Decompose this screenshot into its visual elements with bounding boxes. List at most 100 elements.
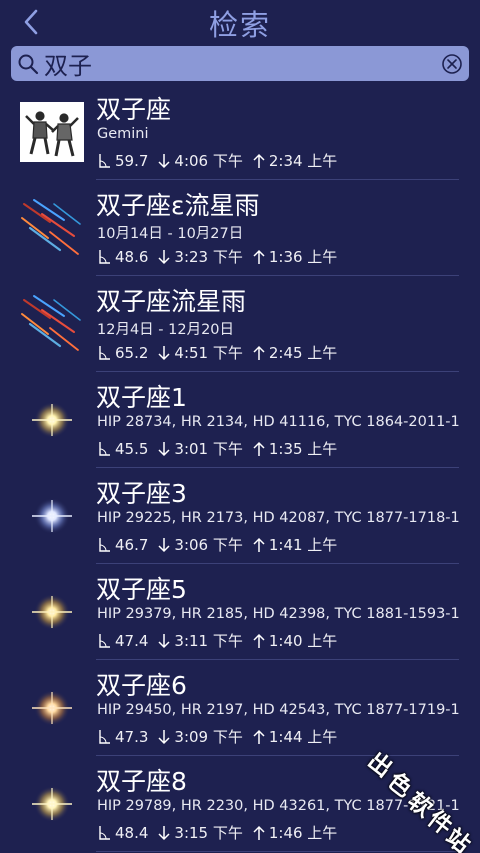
rise-time-stat: 1:41 上午 xyxy=(253,534,337,555)
search-bar[interactable]: 双子 xyxy=(11,46,469,81)
set-time-value: 3:09 下午 xyxy=(174,728,243,746)
altitude-stat: 45.5 xyxy=(97,440,148,458)
rise-time-stat: 2:45 上午 xyxy=(253,342,337,363)
rise-time-value: 2:34 上午 xyxy=(268,152,338,170)
header: 检索 xyxy=(0,0,480,44)
rise-time-value: 1:40 上午 xyxy=(268,632,338,650)
meteor-shower-icon xyxy=(21,199,81,255)
result-stats: 46.7 3:06 下午 1:41 上午 xyxy=(97,534,347,555)
result-stats: 47.3 3:09 下午 1:44 上午 xyxy=(97,726,347,747)
arrow-down-icon xyxy=(158,729,170,744)
rise-time-value: 1:36 上午 xyxy=(268,248,338,266)
search-input[interactable]: 双子 xyxy=(44,46,440,81)
altitude-value: 47.4 xyxy=(115,631,149,650)
rise-time-value: 1:46 上午 xyxy=(268,824,338,842)
list-item[interactable]: 双子座5 HIP 29379, HR 2185, HD 42398, TYC 1… xyxy=(0,564,480,660)
list-item[interactable]: 双子座 Gemini 59.7 4:06 下午 2:34 上午 xyxy=(0,84,480,180)
set-time-stat: 4:06 下午 xyxy=(158,150,243,171)
altitude-value: 45.5 xyxy=(115,439,149,458)
altitude-angle-icon xyxy=(99,825,110,840)
set-time-stat: 4:51 下午 xyxy=(158,342,243,363)
arrow-down-icon xyxy=(158,537,170,552)
arrow-up-icon xyxy=(253,729,265,744)
altitude-stat: 65.2 xyxy=(97,344,148,362)
result-subtitle: HIP 28734, HR 2134, HD 41116, TYC 1864-2… xyxy=(97,414,460,430)
page-title: 检索 xyxy=(208,8,271,42)
constellation-figure-icon xyxy=(20,102,84,162)
altitude-stat: 48.4 xyxy=(97,824,148,842)
set-time-value: 4:51 下午 xyxy=(174,344,243,362)
altitude-stat: 46.7 xyxy=(97,536,148,554)
result-name: 双子座8 xyxy=(96,767,187,796)
result-name: 双子座6 xyxy=(96,671,187,700)
star-icon xyxy=(32,402,72,438)
result-stats: 45.5 3:01 下午 1:35 上午 xyxy=(97,438,347,459)
rise-time-stat: 1:35 上午 xyxy=(253,438,337,459)
star-icon xyxy=(32,594,72,630)
result-name: 双子座ε流星雨 xyxy=(96,191,260,220)
result-subtitle: Gemini xyxy=(97,126,149,142)
rise-time-stat: 1:44 上午 xyxy=(253,726,337,747)
arrow-down-icon xyxy=(158,345,170,360)
list-item[interactable]: 双子座8 HIP 29789, HR 2230, HD 43261, TYC 1… xyxy=(0,756,480,852)
clear-search-button[interactable] xyxy=(440,52,464,76)
arrow-up-icon xyxy=(253,345,265,360)
meteor-shower-icon xyxy=(21,295,81,351)
arrow-up-icon xyxy=(253,153,265,168)
result-subtitle: 12月4日 - 12月20日 xyxy=(97,322,235,338)
result-stats: 48.6 3:23 下午 1:36 上午 xyxy=(97,246,347,267)
list-item[interactable]: 双子座6 HIP 29450, HR 2197, HD 42543, TYC 1… xyxy=(0,660,480,756)
arrow-up-icon xyxy=(253,441,265,456)
set-time-stat: 3:11 下午 xyxy=(158,630,243,651)
list-item[interactable]: 双子座1 HIP 28734, HR 2134, HD 41116, TYC 1… xyxy=(0,372,480,468)
altitude-angle-icon xyxy=(99,441,110,456)
altitude-value: 47.3 xyxy=(115,727,149,746)
altitude-stat: 47.3 xyxy=(97,728,148,746)
altitude-value: 48.6 xyxy=(115,247,149,266)
altitude-angle-icon xyxy=(99,249,110,264)
result-subtitle: 10月14日 - 10月27日 xyxy=(97,226,244,242)
result-subtitle: HIP 29450, HR 2197, HD 42543, TYC 1877-1… xyxy=(97,702,460,718)
arrow-up-icon xyxy=(253,537,265,552)
altitude-stat: 59.7 xyxy=(97,152,148,170)
rise-time-value: 1:44 上午 xyxy=(268,728,338,746)
altitude-value: 65.2 xyxy=(115,343,149,362)
altitude-angle-icon xyxy=(99,345,110,360)
altitude-angle-icon xyxy=(99,153,110,168)
result-stats: 47.4 3:11 下午 1:40 上午 xyxy=(97,630,347,651)
set-time-stat: 3:15 下午 xyxy=(158,822,243,843)
rise-time-value: 1:35 上午 xyxy=(268,440,338,458)
set-time-stat: 3:06 下午 xyxy=(158,534,243,555)
result-subtitle: HIP 29225, HR 2173, HD 42087, TYC 1877-1… xyxy=(97,510,460,526)
list-item[interactable]: 双子座3 HIP 29225, HR 2173, HD 42087, TYC 1… xyxy=(0,468,480,564)
list-item[interactable]: 双子座ε流星雨 10月14日 - 10月27日 48.6 3:23 下午 1:3… xyxy=(0,180,480,276)
result-name: 双子座 xyxy=(96,95,172,124)
result-stats: 65.2 4:51 下午 2:45 上午 xyxy=(97,342,347,363)
arrow-down-icon xyxy=(158,249,170,264)
arrow-down-icon xyxy=(158,825,170,840)
clear-circle-icon xyxy=(442,53,462,74)
result-stats: 48.4 3:15 下午 1:46 上午 xyxy=(97,822,347,843)
altitude-value: 46.7 xyxy=(115,535,149,554)
result-name: 双子座5 xyxy=(96,575,187,604)
altitude-angle-icon xyxy=(99,633,110,648)
result-subtitle: HIP 29379, HR 2185, HD 42398, TYC 1881-1… xyxy=(97,606,460,622)
star-icon xyxy=(32,786,72,822)
rise-time-stat: 1:40 上午 xyxy=(253,630,337,651)
altitude-stat: 48.6 xyxy=(97,248,148,266)
arrow-down-icon xyxy=(158,441,170,456)
star-icon xyxy=(32,690,72,726)
altitude-value: 48.4 xyxy=(115,823,149,842)
star-icon xyxy=(32,498,72,534)
set-time-stat: 3:23 下午 xyxy=(158,246,243,267)
altitude-angle-icon xyxy=(99,729,110,744)
arrow-up-icon xyxy=(253,825,265,840)
result-name: 双子座流星雨 xyxy=(96,287,247,316)
arrow-up-icon xyxy=(253,633,265,648)
arrow-down-icon xyxy=(158,633,170,648)
altitude-angle-icon xyxy=(99,537,110,552)
list-item[interactable]: 双子座流星雨 12月4日 - 12月20日 65.2 4:51 下午 2:45 … xyxy=(0,276,480,372)
rise-time-value: 1:41 上午 xyxy=(268,536,338,554)
set-time-value: 4:06 下午 xyxy=(174,152,243,170)
arrow-up-icon xyxy=(253,249,265,264)
